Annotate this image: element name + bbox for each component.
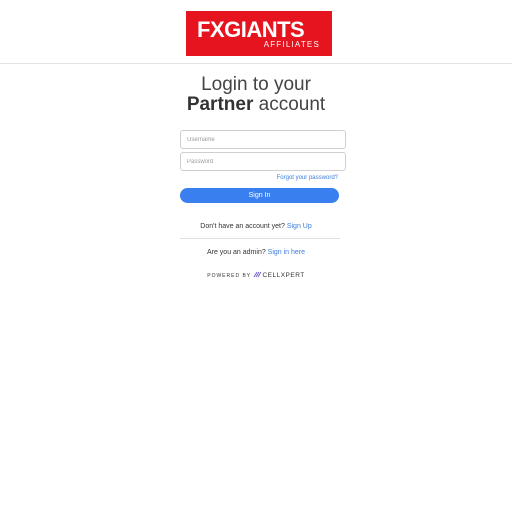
page-title-partner: Partner [186,94,254,115]
page-title-account: account [253,94,326,115]
logo-sub-text: AFFILIATES [263,40,320,49]
powered-by-footer: POWERED BY CELLXPERT [0,271,512,280]
sign-in-button[interactable]: Sign In [180,188,339,203]
admin-text: Are you an admin? [206,249,268,256]
admin-sign-in-link[interactable]: Sign in here [268,249,305,256]
page-title-line1: Login to your [201,74,311,95]
forgot-password-link[interactable]: Forgot your password? [277,174,338,182]
username-input[interactable] [180,130,346,149]
page-title-line2: Partner account [0,94,512,116]
sign-up-link[interactable]: Sign Up [287,223,312,230]
powered-by-text: POWERED BY [207,273,254,279]
signup-row: Don't have an account yet? Sign Up [0,222,512,231]
header: FXGIANTS AFFILIATES [0,0,512,64]
password-input[interactable] [180,152,346,171]
admin-row: Are you an admin? Sign in here [0,248,512,257]
logo-main-text: FXGIANTS [197,17,305,42]
divider [180,238,340,239]
fxgiants-affiliates-logo[interactable]: FXGIANTS AFFILIATES [186,11,332,56]
cellxpert-brand: CELLXPERT [262,272,305,279]
signup-text: Don't have an account yet? [200,223,287,230]
